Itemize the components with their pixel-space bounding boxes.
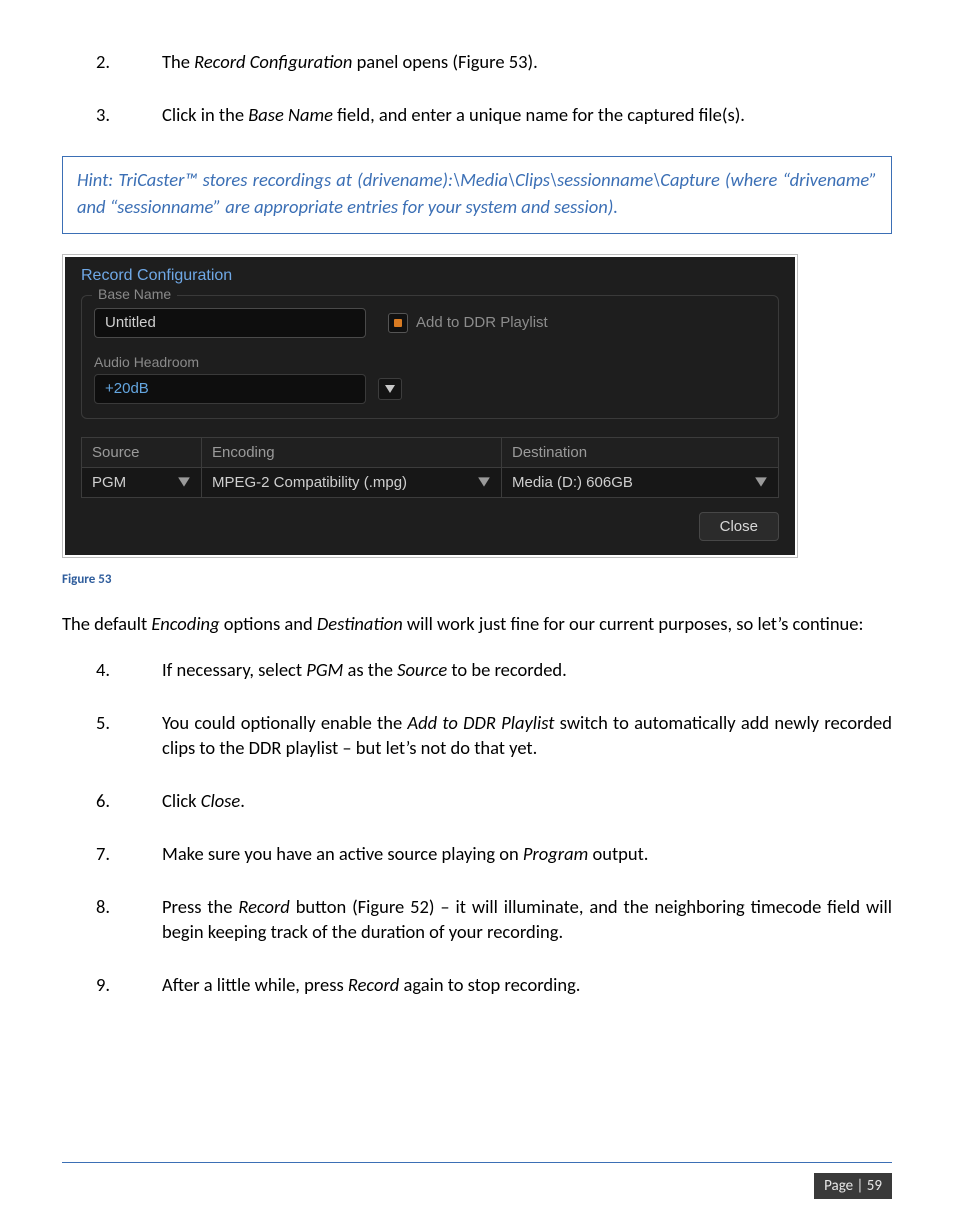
list-number: 6. [62,789,162,814]
list-item: 6.Click Close. [62,789,892,814]
encoding-value[interactable]: MPEG-2 Compatibility (.mpg) [212,474,407,491]
figure-caption: Figure 53 [62,572,892,587]
list-text: If necessary, select PGM as the Source t… [162,658,892,683]
record-config-screenshot: Record Configuration Base Name Untitled … [62,254,798,558]
list-item: 3.Click in the Base Name field, and ente… [62,103,892,128]
footer-rule [62,1162,892,1163]
add-to-ddr-label: Add to DDR Playlist [416,314,548,331]
list-text: The Record Configuration panel opens (Fi… [162,50,892,75]
list-text: Click Close. [162,789,892,814]
dropdown-icon[interactable] [177,475,191,489]
destination-value[interactable]: Media (D:) 606GB [512,474,633,491]
add-to-ddr-checkbox[interactable]: Add to DDR Playlist [388,313,548,333]
col-encoding: Encoding [202,437,502,467]
page-number: Page | 59 [814,1173,892,1199]
dropdown-icon[interactable] [754,475,768,489]
list-text: Make sure you have an active source play… [162,842,892,867]
list-number: 2. [62,50,162,75]
encoding-table: Source Encoding Destination PGM [81,437,779,498]
basename-group: Base Name Untitled Add to DDR Playlist A… [81,295,779,419]
checkbox-icon [388,313,408,333]
headroom-dropdown-icon[interactable] [378,378,402,400]
basename-group-label: Base Name [92,286,177,302]
list-text: Press the Record button (Figure 52) – it… [162,895,892,945]
list-text: You could optionally enable the Add to D… [162,711,892,761]
panel-title: Record Configuration [81,267,779,285]
list-item: 7.Make sure you have an active source pl… [62,842,892,867]
hint-text: Hint: TriCaster™ stores recordings at (d… [77,167,877,221]
table-row: PGM MPEG-2 Compatibility (.mpg) [82,467,779,497]
audio-headroom-label: Audio Headroom [94,354,766,370]
list-item: 5.You could optionally enable the Add to… [62,711,892,761]
dropdown-icon[interactable] [477,475,491,489]
list-number: 7. [62,842,162,867]
list-text: After a little while, press Record again… [162,973,892,998]
list-number: 5. [62,711,162,761]
source-value[interactable]: PGM [92,474,126,491]
list-text: Click in the Base Name field, and enter … [162,103,892,128]
col-source: Source [82,437,202,467]
hint-box: Hint: TriCaster™ stores recordings at (d… [62,156,892,234]
body-paragraph: The default Encoding options and Destina… [62,611,892,637]
list-number: 3. [62,103,162,128]
list-item: 2.The Record Configuration panel opens (… [62,50,892,75]
close-button[interactable]: Close [699,512,779,541]
list-number: 8. [62,895,162,945]
list-number: 9. [62,973,162,998]
list-item: 4.If necessary, select PGM as the Source… [62,658,892,683]
basename-input[interactable]: Untitled [94,308,366,338]
list-item: 9.After a little while, press Record aga… [62,973,892,998]
list-item: 8.Press the Record button (Figure 52) – … [62,895,892,945]
audio-headroom-value[interactable]: +20dB [94,374,366,404]
col-destination: Destination [502,437,779,467]
list-number: 4. [62,658,162,683]
